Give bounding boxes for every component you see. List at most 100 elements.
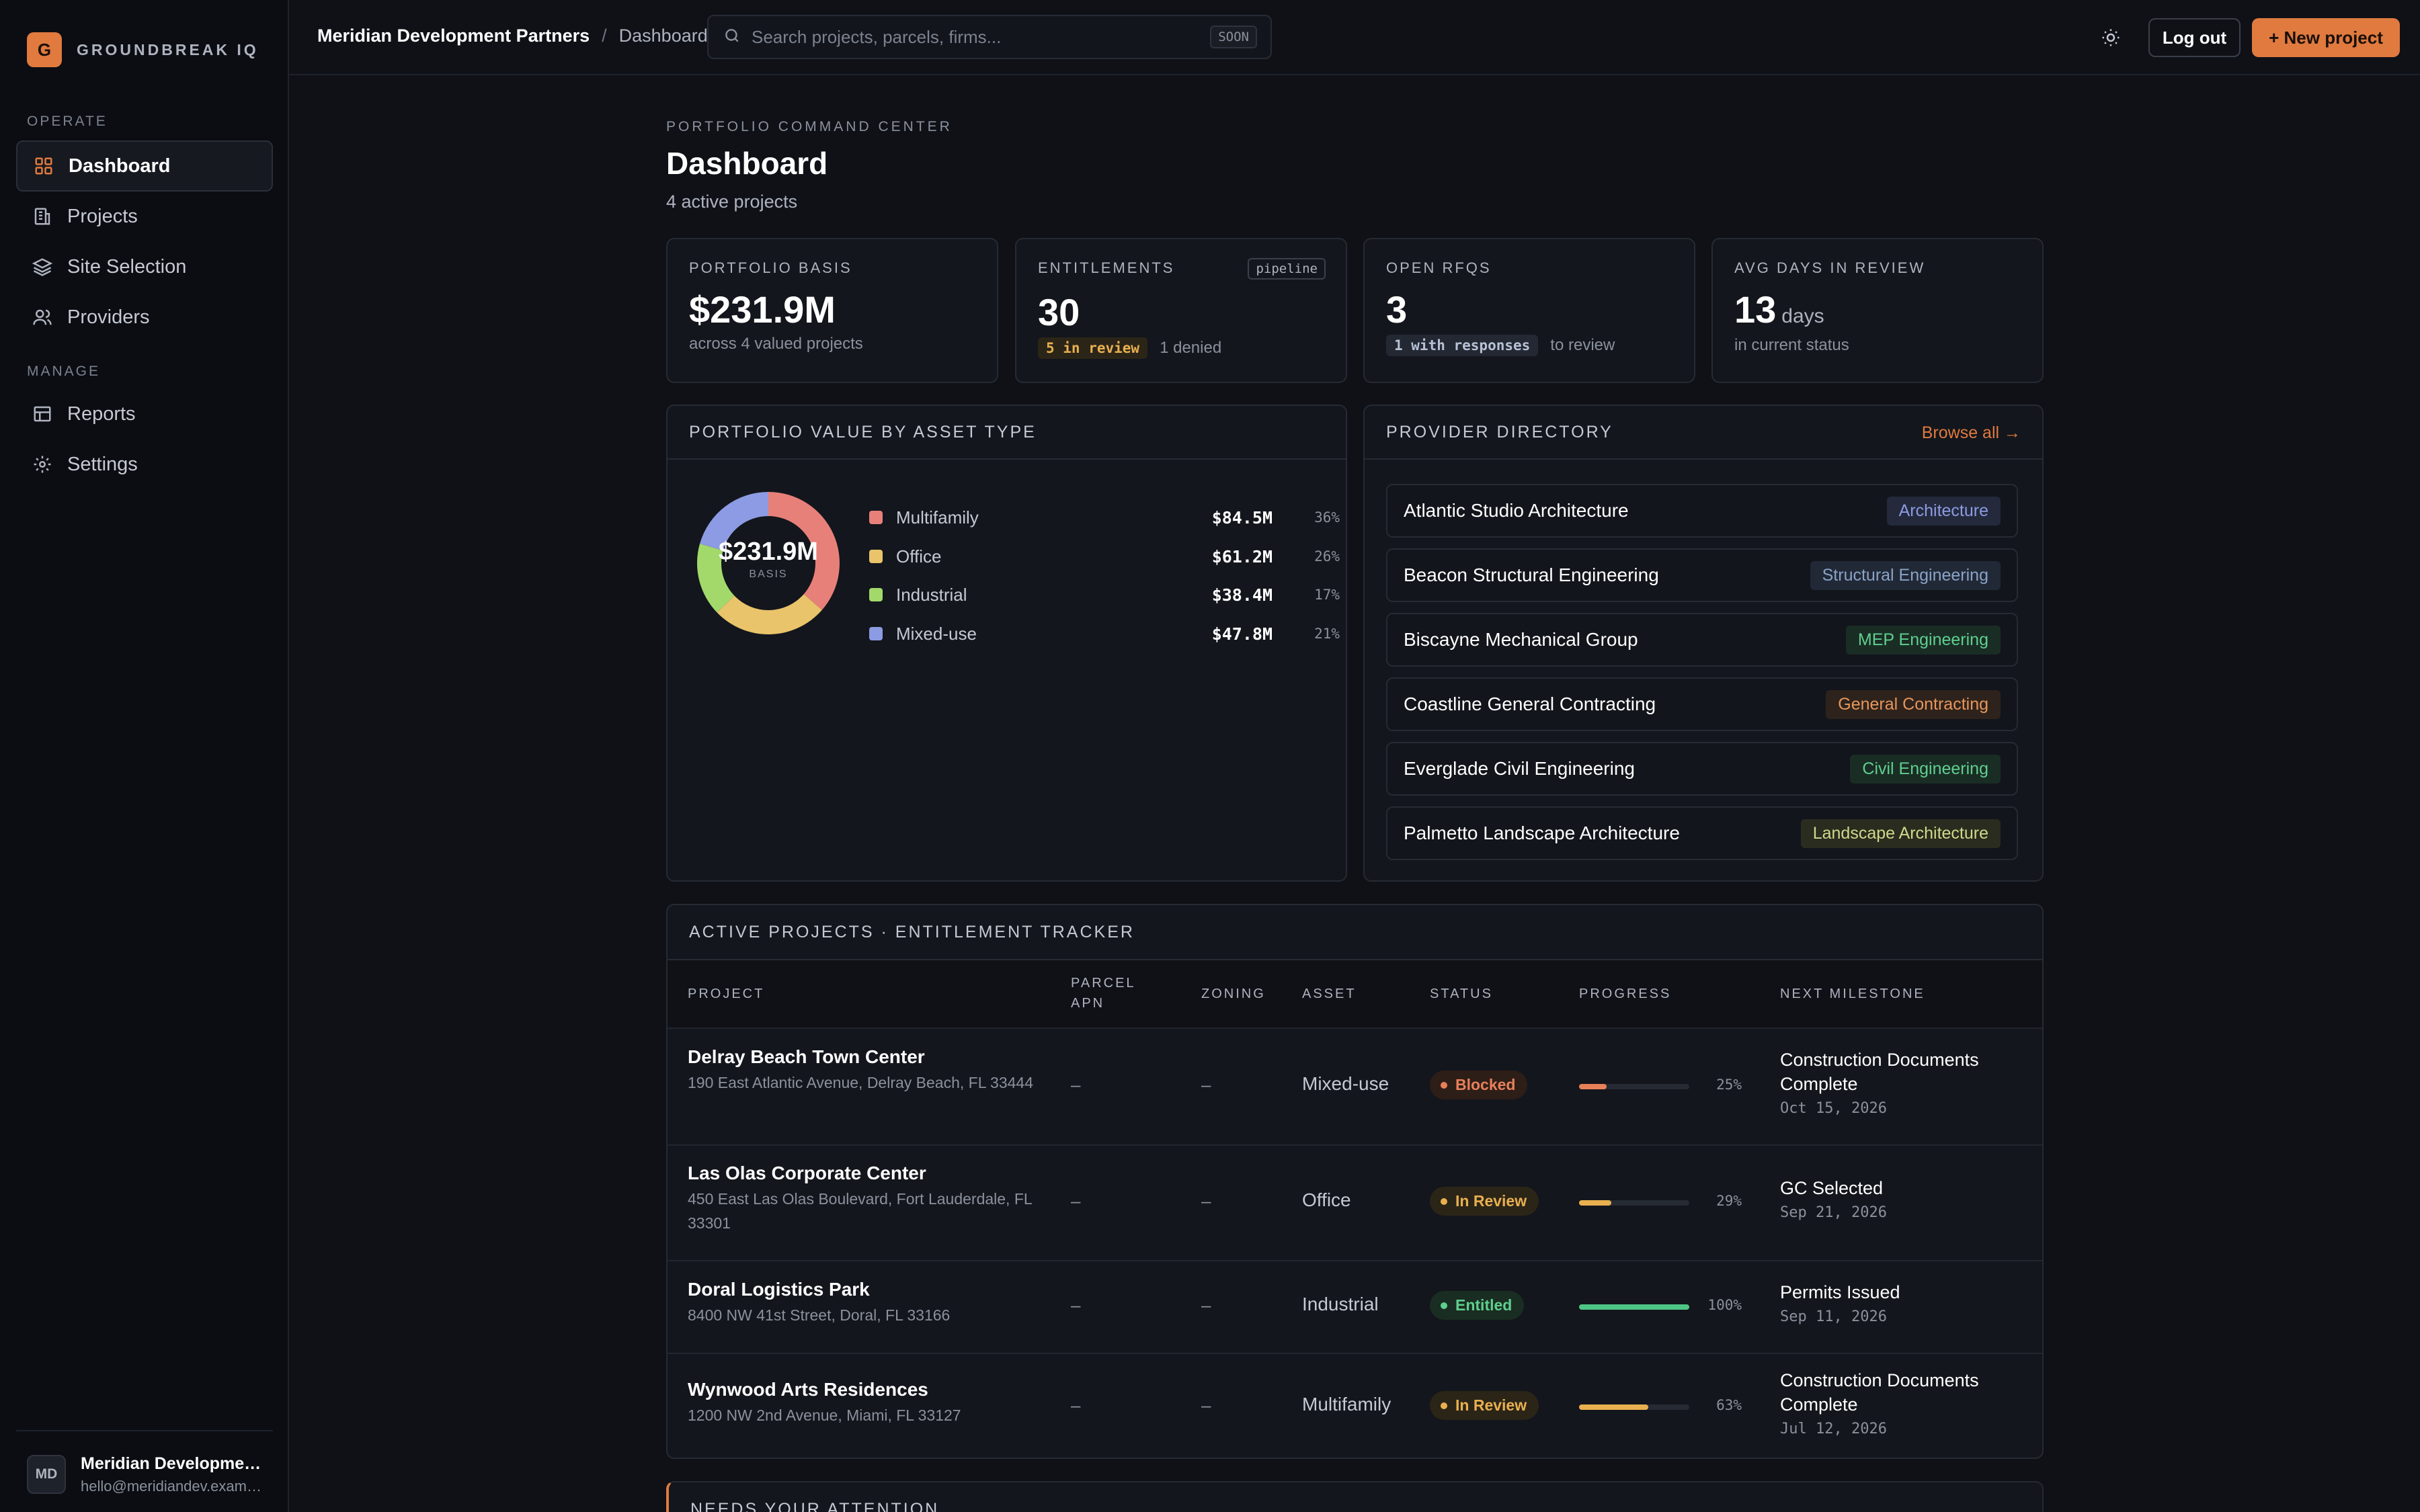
provider-discipline-tag: General Contracting [1826, 689, 2001, 719]
milestone-name: Permits Issued [1780, 1282, 1900, 1302]
project-address: 1200 NW 2nd Avenue, Miami, FL 33127 [688, 1406, 961, 1424]
legend-row: Mixed-use $47.8M 21% [869, 620, 1340, 647]
sidebar-item-dashboard[interactable]: Dashboard [16, 140, 273, 192]
kpi-value: 13 [1734, 288, 1777, 331]
theme-toggle-sun-icon[interactable] [2097, 24, 2124, 51]
topbar: Meridian Development Partners / Dashboar… [289, 0, 2420, 75]
nav-section-operate: OPERATE [27, 114, 108, 129]
parcel-apn: – [1071, 1075, 1081, 1095]
entitlement-tracker-panel: ACTIVE PROJECTS · ENTITLEMENT TRACKER PR… [666, 904, 2044, 1459]
brand-name: GROUNDBREAK IQ [77, 40, 259, 58]
logout-button[interactable]: Log out [2148, 18, 2241, 57]
search-soon-badge: SOON [1210, 26, 1257, 48]
panel-title: NEEDS YOUR ATTENTION [690, 1500, 940, 1512]
table-row[interactable]: Doral Logistics Park 8400 NW 41st Street,… [668, 1260, 2042, 1351]
status-badge: In Review [1430, 1391, 1539, 1420]
provider-discipline-tag: Civil Engineering [1850, 754, 2001, 784]
provider-name: Everglade Civil Engineering [1404, 758, 1635, 779]
kpi-avg-days-review: AVG DAYS IN REVIEW 13 days in current st… [1711, 238, 2044, 383]
milestone-name: Construction Documents Complete [1780, 1370, 1979, 1415]
asset-type: Mixed-use [1302, 1073, 1389, 1094]
project-name[interactable]: Doral Logistics Park [688, 1279, 1037, 1300]
project-name[interactable]: Las Olas Corporate Center [688, 1163, 1037, 1184]
project-name[interactable]: Wynwood Arts Residences [688, 1379, 1037, 1400]
sidebar-item-label: Site Selection [67, 255, 187, 278]
provider-directory-panel: PROVIDER DIRECTORY Browse all → Atlantic… [1363, 405, 2044, 882]
sidebar-item-settings[interactable]: Settings [16, 439, 273, 490]
user-email: hello@meridiandev.example [81, 1477, 262, 1495]
table-row[interactable]: Las Olas Corporate Center 450 East Las Ol… [668, 1144, 2042, 1259]
table-icon [31, 403, 54, 425]
progress-fill [1579, 1200, 1611, 1206]
donut-slice-office [717, 594, 822, 634]
provider-discipline-tag: Architecture [1886, 496, 2001, 526]
browse-all-link[interactable]: Browse all → [1922, 423, 2021, 443]
progress-percent: 63% [1716, 1397, 1742, 1413]
brand[interactable]: G GROUNDBREAK IQ [27, 32, 259, 67]
provider-row[interactable]: Atlantic Studio Architecture Architecture [1386, 484, 2018, 538]
column-header: PROGRESS [1579, 986, 1672, 1001]
brand-logo: G [27, 32, 62, 67]
sidebar-item-providers[interactable]: Providers [16, 292, 273, 343]
progress-bar [1579, 1084, 1689, 1089]
sidebar-item-site-selection[interactable]: Site Selection [16, 241, 273, 292]
zoning: – [1201, 1295, 1211, 1315]
milestone-date: Sep 11, 2026 [1780, 1308, 1887, 1325]
avatar: MD [27, 1455, 66, 1494]
search-input[interactable]: Search projects, parcels, firms... SOON [707, 15, 1272, 59]
page-title: Dashboard [666, 146, 828, 181]
new-project-button[interactable]: + New project [2252, 18, 2400, 57]
kpi-label: OPEN RFQS [1386, 259, 1492, 276]
column-header: ZONING [1201, 986, 1266, 1001]
sidebar-item-label: Reports [67, 403, 136, 425]
legend-percent: 17% [1314, 587, 1340, 603]
page-eyebrow: PORTFOLIO COMMAND CENTER [666, 119, 953, 134]
progress-percent: 25% [1716, 1077, 1742, 1093]
user-name: Meridian Development Partners [81, 1454, 262, 1473]
milestone-name: GC Selected [1780, 1178, 1884, 1198]
in-review-pill: 5 in review [1038, 337, 1148, 359]
milestone-date: Jul 12, 2026 [1780, 1421, 1887, 1437]
sidebar-item-label: Projects [67, 205, 138, 227]
column-header: ASSET [1302, 986, 1357, 1001]
parcel-apn: – [1071, 1295, 1081, 1315]
column-header: PROJECT [688, 986, 765, 1001]
provider-name: Atlantic Studio Architecture [1404, 500, 1629, 521]
sidebar-item-reports[interactable]: Reports [16, 388, 273, 439]
provider-name: Beacon Structural Engineering [1404, 564, 1659, 585]
gear-icon [31, 453, 54, 476]
project-address: 8400 NW 41st Street, Doral, FL 33166 [688, 1306, 951, 1324]
status-label: In Review [1455, 1396, 1527, 1414]
provider-row[interactable]: Everglade Civil Engineering Civil Enginee… [1386, 742, 2018, 796]
provider-row[interactable]: Beacon Structural Engineering Structural … [1386, 548, 2018, 602]
provider-row[interactable]: Coastline General Contracting General Con… [1386, 677, 2018, 731]
breadcrumb-org[interactable]: Meridian Development Partners [317, 26, 590, 46]
sidebar-item-projects[interactable]: Projects [16, 191, 273, 242]
user-menu[interactable]: MD Meridian Development Partners hello@m… [16, 1430, 273, 1504]
users-icon [31, 306, 54, 329]
table-row[interactable]: Wynwood Arts Residences 1200 NW 2nd Avenu… [668, 1353, 2042, 1459]
provider-name: Palmetto Landscape Architecture [1404, 823, 1680, 843]
provider-row[interactable]: Biscayne Mechanical Group MEP Engineering [1386, 613, 2018, 667]
kpi-entitlements: ENTITLEMENTS pipeline 30 5 in review 1 d… [1015, 238, 1347, 383]
legend-swatch [869, 550, 883, 563]
provider-row[interactable]: Palmetto Landscape Architecture Landscape… [1386, 806, 2018, 860]
sidebar-item-label: Settings [67, 453, 138, 475]
milestone-date: Sep 21, 2026 [1780, 1204, 1887, 1221]
column-header: NEXT MILESTONE [1780, 986, 1925, 1001]
provider-name: Biscayne Mechanical Group [1404, 629, 1638, 650]
status-dot [1441, 1198, 1447, 1205]
legend-percent: 21% [1314, 626, 1340, 642]
kpi-note: 1 denied [1160, 339, 1222, 357]
project-address: 190 East Atlantic Avenue, Delray Beach, … [688, 1074, 1034, 1091]
progress-bar [1579, 1304, 1689, 1310]
donut-center-value: $231.9M [719, 538, 818, 566]
provider-discipline-tag: MEP Engineering [1845, 625, 2001, 655]
table-row[interactable]: Delray Beach Town Center 190 East Atlanti… [668, 1027, 2042, 1143]
project-name[interactable]: Delray Beach Town Center [688, 1046, 1037, 1068]
status-dot [1441, 1081, 1447, 1089]
legend-swatch [869, 588, 883, 601]
kpi-open-rfqs: OPEN RFQS 3 1 with responses to review [1363, 238, 1695, 383]
status-label: In Review [1455, 1192, 1527, 1210]
asset-type: Multifamily [1302, 1394, 1392, 1415]
